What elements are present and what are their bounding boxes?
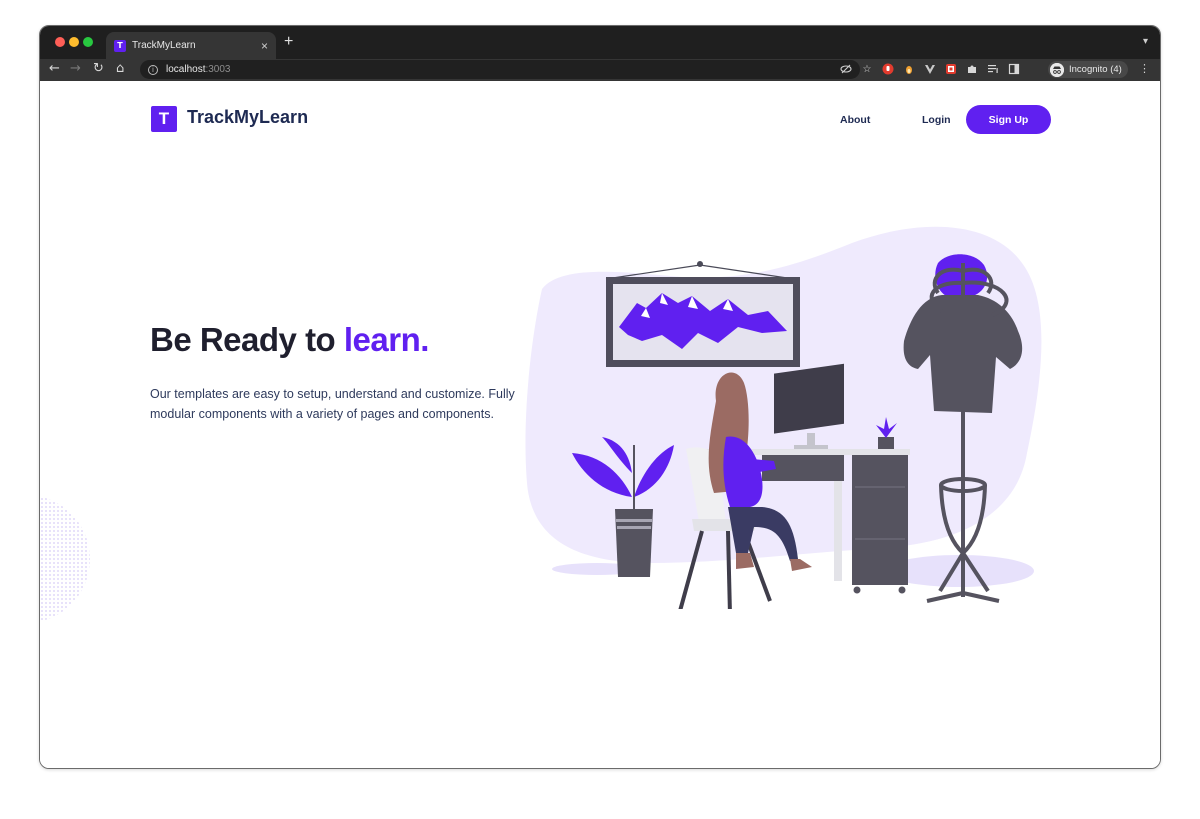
pot-stripe-1 bbox=[616, 519, 652, 522]
decorative-dots-pattern bbox=[40, 496, 90, 622]
info-icon[interactable]: i bbox=[148, 64, 158, 75]
kebab-menu-icon[interactable]: ⋮ bbox=[1139, 62, 1150, 75]
toolbar-icons: ☆ bbox=[840, 63, 1020, 75]
profile-incognito-button[interactable]: Incognito (4) bbox=[1048, 61, 1128, 78]
tab-trackmylearn[interactable]: T TrackMyLearn × bbox=[106, 32, 276, 59]
chair-leg-3 bbox=[726, 530, 732, 609]
monitor-stand bbox=[807, 433, 815, 447]
monitor-base bbox=[794, 445, 828, 449]
browser-window: T TrackMyLearn × + ▾ ← → ↻ ⌂ i localhost… bbox=[39, 25, 1161, 769]
close-window-button[interactable] bbox=[55, 37, 65, 47]
frame-nail bbox=[697, 261, 703, 267]
forward-icon[interactable]: → bbox=[70, 61, 81, 76]
desk-cabinet bbox=[852, 455, 908, 585]
side-panel-icon[interactable] bbox=[1008, 63, 1020, 75]
page-content: T TrackMyLearn About Login Sign Up Be Re… bbox=[40, 81, 1160, 768]
hero-headline: Be Ready to learn. bbox=[150, 321, 429, 359]
zoom-window-button[interactable] bbox=[83, 37, 93, 47]
home-icon[interactable]: ⌂ bbox=[116, 61, 124, 76]
hero-description: Our templates are easy to setup, underst… bbox=[150, 387, 515, 421]
back-icon[interactable]: ← bbox=[49, 61, 60, 76]
hero-illustration bbox=[525, 226, 1042, 609]
sign-up-button[interactable]: Sign Up bbox=[966, 105, 1051, 134]
star-icon[interactable]: ☆ bbox=[861, 63, 873, 75]
headline-main: Be Ready to bbox=[150, 321, 344, 358]
woman-shoe-right bbox=[790, 559, 812, 571]
brand-name[interactable]: TrackMyLearn bbox=[187, 107, 308, 128]
cabinet-wheel-right bbox=[898, 586, 906, 594]
monitor-screen bbox=[774, 363, 844, 434]
url-port: :3003 bbox=[205, 64, 231, 75]
media-list-icon[interactable] bbox=[987, 63, 999, 75]
incognito-icon bbox=[1050, 62, 1064, 77]
extension-mixed-icon[interactable] bbox=[945, 63, 957, 75]
tab-title: TrackMyLearn bbox=[132, 40, 196, 51]
logo-icon[interactable]: T bbox=[151, 106, 177, 132]
desk-leg bbox=[834, 481, 842, 581]
desk-plant-pot bbox=[878, 437, 894, 449]
profile-label: Incognito (4) bbox=[1069, 64, 1122, 75]
headline-accent: learn. bbox=[343, 321, 430, 358]
reload-icon[interactable]: ↻ bbox=[93, 61, 104, 76]
tab-favicon-icon: T bbox=[114, 39, 126, 52]
tab-close-icon[interactable]: × bbox=[261, 39, 268, 53]
tab-search-chevron-icon[interactable]: ▾ bbox=[1143, 36, 1148, 47]
eye-off-icon[interactable] bbox=[840, 63, 852, 75]
browser-toolbar: ← → ↻ ⌂ i localhost:3003 ☆ Incognito (4… bbox=[40, 59, 1160, 81]
address-bar[interactable]: i localhost:3003 bbox=[140, 60, 860, 79]
nav-about-link[interactable]: About bbox=[840, 114, 870, 126]
tab-strip: T TrackMyLearn × + ▾ bbox=[40, 26, 1160, 59]
extension-flame-icon[interactable] bbox=[903, 63, 915, 75]
cabinet-wheel-left bbox=[853, 586, 861, 594]
extension-red-icon[interactable] bbox=[882, 63, 894, 75]
puzzle-icon[interactable] bbox=[966, 63, 978, 75]
minimize-window-button[interactable] bbox=[69, 37, 79, 47]
extension-v-icon[interactable] bbox=[924, 63, 936, 75]
nav-login-link[interactable]: Login bbox=[922, 114, 951, 126]
url-host: localhost bbox=[166, 64, 206, 75]
pot-stripe-2 bbox=[617, 526, 651, 529]
new-tab-button[interactable]: + bbox=[284, 33, 293, 51]
